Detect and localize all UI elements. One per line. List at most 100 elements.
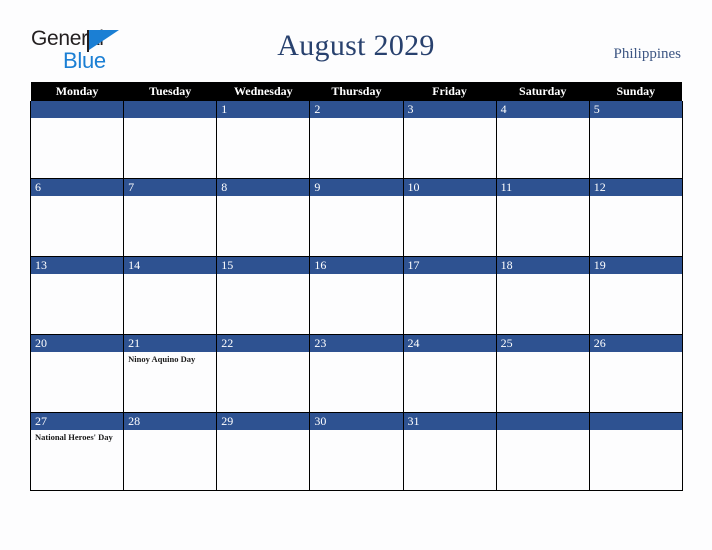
calendar-day-cell-31[interactable]: 31 [402,412,497,491]
day-number: 1 [217,101,310,118]
day-number [589,413,682,430]
day-number: 22 [217,335,310,352]
calendar-table: Monday Tuesday Wednesday Thursday Friday Satu… [29,82,683,491]
weekday-header-row: Monday Tuesday Wednesday Thursday Friday Satu… [30,82,683,101]
day-events [404,430,496,432]
holiday-label: National Heroes' Day [35,432,113,442]
calendar-day-cell-empty [495,412,590,491]
weekday-header-saturday: Saturday [496,82,590,101]
day-number: 31 [403,413,496,430]
calendar-week-row: 12345 [29,101,683,179]
calendar-day-cell-29[interactable]: 29 [216,412,311,491]
page-title: August 2029 [277,29,435,62]
calendar-body: 1 2 3 4 5 6 7 8 9 10 11 12 13 14 15 16 17 18 19 20 21 Ninoy A… [29,101,683,491]
calendar-page: General Blue August 2029 Philippines Mon… [0,0,712,550]
calendar-day-cell-8[interactable]: 8 [216,178,311,257]
day-events [497,352,589,354]
day-number: 2 [310,101,403,118]
day-events: National Heroes' Day [31,430,123,443]
weekday-header-thursday: Thursday [309,82,403,101]
day-number: 23 [310,335,403,352]
weekday-header-tuesday: Tuesday [123,82,217,101]
day-number: 27 [31,413,124,430]
calendar-day-cell-17[interactable]: 17 [402,256,497,335]
day-number: 29 [217,413,310,430]
calendar-day-cell-9[interactable]: 9 [309,178,404,257]
calendar-day-cell-12[interactable]: 12 [588,178,683,257]
calendar-day-cell-10[interactable]: 10 [402,178,497,257]
day-events [310,196,402,198]
calendar-day-cell-16[interactable]: 16 [309,256,404,335]
day-events [124,196,216,198]
day-number: 28 [124,413,217,430]
calendar-day-cell-25[interactable]: 25 [495,334,590,413]
day-events [497,196,589,198]
day-number: 16 [310,257,403,274]
day-events [124,274,216,276]
day-number: 30 [310,413,403,430]
day-events [497,118,589,120]
day-number: 21 [124,335,217,352]
day-events [497,274,589,276]
calendar-day-cell-7[interactable]: 7 [123,178,218,257]
day-events [404,352,496,354]
day-events [590,118,682,120]
calendar-day-cell-20[interactable]: 20 [29,334,125,413]
calendar-week-row: 6 7 8 9 10 11 12 [29,178,683,257]
calendar-day-cell-23[interactable]: 23 [309,334,404,413]
day-events [404,196,496,198]
day-events [404,118,496,120]
calendar-day-cell-13[interactable]: 13 [29,256,125,335]
day-number: 20 [31,335,124,352]
calendar-header-row-group: Monday Tuesday Wednesday Thursday Friday Satu… [30,82,683,101]
calendar-day-cell-5[interactable]: 5 [588,101,683,179]
calendar-day-cell-30[interactable]: 30 [309,412,404,491]
day-events [310,274,402,276]
weekday-header-friday: Friday [403,82,497,101]
day-events [31,118,123,120]
calendar-day-cell-18[interactable]: 18 [495,256,590,335]
calendar-day-cell-1[interactable]: 1 [216,101,311,179]
day-number: 19 [589,257,682,274]
calendar-container: Monday Tuesday Wednesday Thursday Friday Satu… [29,82,683,491]
day-events [310,430,402,432]
weekday-header-sunday: Sunday [589,82,683,101]
calendar-day-cell-14[interactable]: 14 [123,256,218,335]
day-events [217,430,309,432]
day-number: 8 [217,179,310,196]
day-events [31,274,123,276]
day-events [497,430,589,432]
calendar-day-cell-21[interactable]: 21 Ninoy Aquino Day [123,334,218,413]
day-number: 10 [403,179,496,196]
day-number: 17 [403,257,496,274]
day-events [217,196,309,198]
country-label: Philippines [613,46,681,62]
day-events [590,352,682,354]
day-number: 4 [496,101,589,118]
day-events: Ninoy Aquino Day [124,352,216,365]
calendar-day-cell-24[interactable]: 24 [402,334,497,413]
day-events [310,118,402,120]
calendar-day-cell-6[interactable]: 6 [29,178,125,257]
day-events [124,118,216,120]
day-events [310,352,402,354]
day-events [590,274,682,276]
calendar-day-cell-26[interactable]: 26 [588,334,683,413]
day-number [31,101,124,118]
calendar-day-cell-28[interactable]: 28 [123,412,218,491]
page-header: General Blue August 2029 Philippines [0,0,712,82]
day-events [217,274,309,276]
calendar-day-cell-19[interactable]: 19 [588,256,683,335]
calendar-day-cell-27[interactable]: 27 National Heroes' Day [29,412,125,491]
calendar-day-cell-15[interactable]: 15 [216,256,311,335]
day-number: 3 [403,101,496,118]
day-number: 26 [589,335,682,352]
calendar-day-cell-22[interactable]: 22 [216,334,311,413]
calendar-week-row: 20 21 Ninoy Aquino Day 22 23 24 25 26 [29,334,683,413]
calendar-day-cell-empty [123,101,218,179]
day-events [31,196,123,198]
calendar-day-cell-3[interactable]: 3 [402,101,497,179]
calendar-day-cell-11[interactable]: 11 [495,178,590,257]
calendar-day-cell-2[interactable]: 2 [309,101,404,179]
calendar-day-cell-4[interactable]: 4 [495,101,590,179]
